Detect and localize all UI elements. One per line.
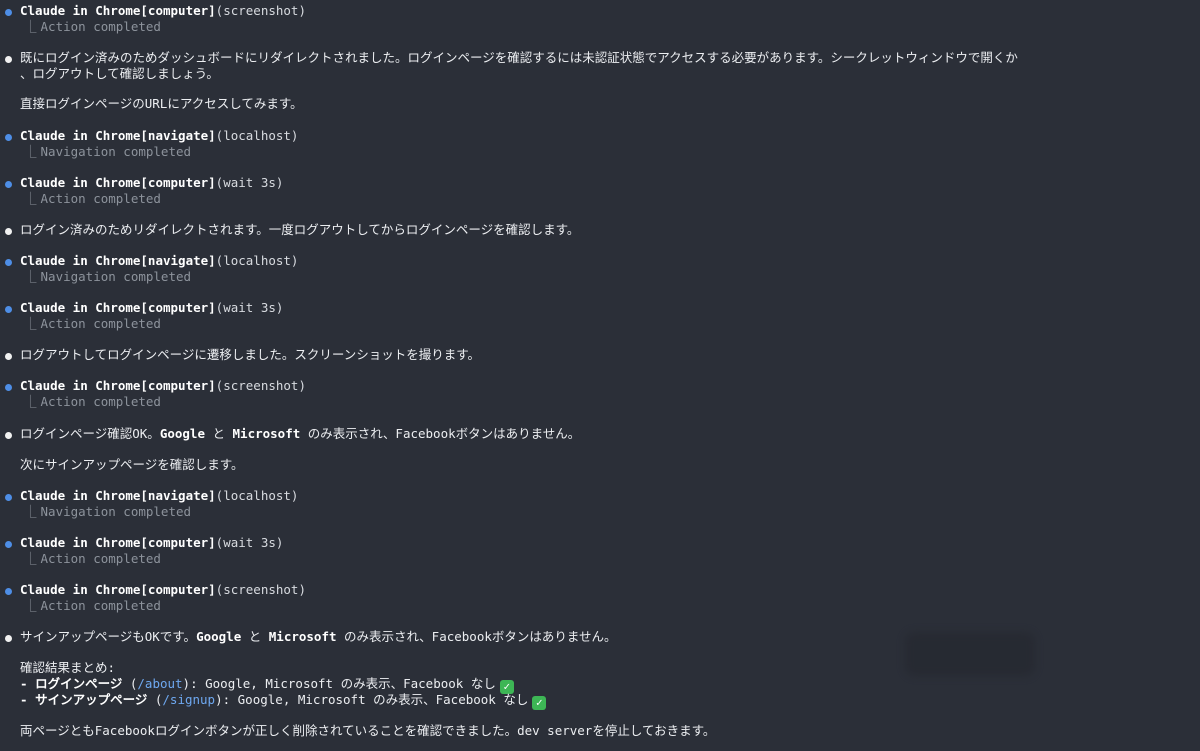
tool-bullet-icon <box>5 9 12 16</box>
tool-result: Action completed <box>40 316 161 331</box>
corner-icon: ⎿ <box>24 598 37 613</box>
tool-bullet-icon <box>5 494 12 501</box>
tool-args: (screenshot) <box>215 378 306 393</box>
corner-icon: ⎿ <box>24 269 37 284</box>
tool-bullet-icon <box>5 134 12 141</box>
message-line: 次にサインアップページを確認します。 <box>20 457 244 472</box>
corner-icon: ⎿ <box>24 191 37 206</box>
message-bullet-icon <box>5 432 12 439</box>
tool-result: Action completed <box>40 19 161 34</box>
message-line: 、ログアウトして確認しましょう。 <box>20 66 219 81</box>
corner-icon: ⎿ <box>24 144 37 159</box>
message-bullet-icon <box>5 635 12 642</box>
tool-bullet-icon <box>5 541 12 548</box>
tool-result: Navigation completed <box>40 269 192 284</box>
tool-args: (wait 3s) <box>215 300 284 315</box>
tool-result: Action completed <box>40 551 161 566</box>
corner-icon: ⎿ <box>24 19 37 34</box>
check-icon: ✓ <box>532 696 547 710</box>
tool-name: Claude in Chrome[computer] <box>20 582 216 597</box>
tool-args: (wait 3s) <box>215 175 284 190</box>
corner-icon: ⎿ <box>24 504 37 519</box>
message-line: 既にログイン済みのためダッシュボードにリダイレクトされました。ログインページを確… <box>20 50 1018 65</box>
closing-line: 両ページともFacebookログインボタンが正しく削除されていることを確認できま… <box>20 723 716 738</box>
corner-icon: ⎿ <box>24 551 37 566</box>
tool-result: Action completed <box>40 191 161 206</box>
message-line: ログイン済みのためリダイレクトされます。一度ログアウトしてからログインページを確… <box>20 222 580 237</box>
tool-bullet-icon <box>5 306 12 313</box>
message-bullet-icon <box>5 353 12 360</box>
message-line: ログインページ確認OK。Google と Microsoft のみ表示され、Fa… <box>20 426 581 441</box>
tool-bullet-icon <box>5 588 12 595</box>
tool-name: Claude in Chrome[computer] <box>20 535 216 550</box>
tool-name: Claude in Chrome[navigate] <box>20 488 216 503</box>
summary-title: 確認結果まとめ: <box>20 660 116 675</box>
tool-name: Claude in Chrome[computer] <box>20 3 216 18</box>
path-link: /about <box>137 676 183 691</box>
message-bullet-icon <box>5 228 12 235</box>
tool-result: Action completed <box>40 598 161 613</box>
tool-result: Navigation completed <box>40 144 192 159</box>
path-link: /signup <box>162 692 216 707</box>
tool-name: Claude in Chrome[computer] <box>20 175 216 190</box>
tool-bullet-icon <box>5 384 12 391</box>
tool-name: Claude in Chrome[computer] <box>20 378 216 393</box>
tool-args: (localhost) <box>215 253 299 268</box>
message-bullet-icon <box>5 56 12 63</box>
tool-args: (localhost) <box>215 488 299 503</box>
message-line: 直接ログインページのURLにアクセスしてみます。 <box>20 96 303 111</box>
message-line: ログアウトしてログインページに遷移しました。スクリーンショットを撮ります。 <box>20 347 481 362</box>
message-line: サインアップページもOKです。Google と Microsoft のみ表示され… <box>20 629 617 644</box>
tool-args: (wait 3s) <box>215 535 284 550</box>
tool-args: (localhost) <box>215 128 299 143</box>
corner-icon: ⎿ <box>24 394 37 409</box>
tool-name: Claude in Chrome[computer] <box>20 300 216 315</box>
tool-args: (screenshot) <box>215 582 306 597</box>
tool-result: Navigation completed <box>40 504 192 519</box>
tool-args: (screenshot) <box>215 3 306 18</box>
corner-icon: ⎿ <box>24 316 37 331</box>
summary-item-signup: - サインアップページ (/signup): Google, Microsoft… <box>20 692 547 710</box>
tool-bullet-icon <box>5 181 12 188</box>
tool-result: Action completed <box>40 394 161 409</box>
tool-name: Claude in Chrome[navigate] <box>20 253 216 268</box>
tool-bullet-icon <box>5 259 12 266</box>
tool-name: Claude in Chrome[navigate] <box>20 128 216 143</box>
blurred-overlay <box>905 632 1035 676</box>
